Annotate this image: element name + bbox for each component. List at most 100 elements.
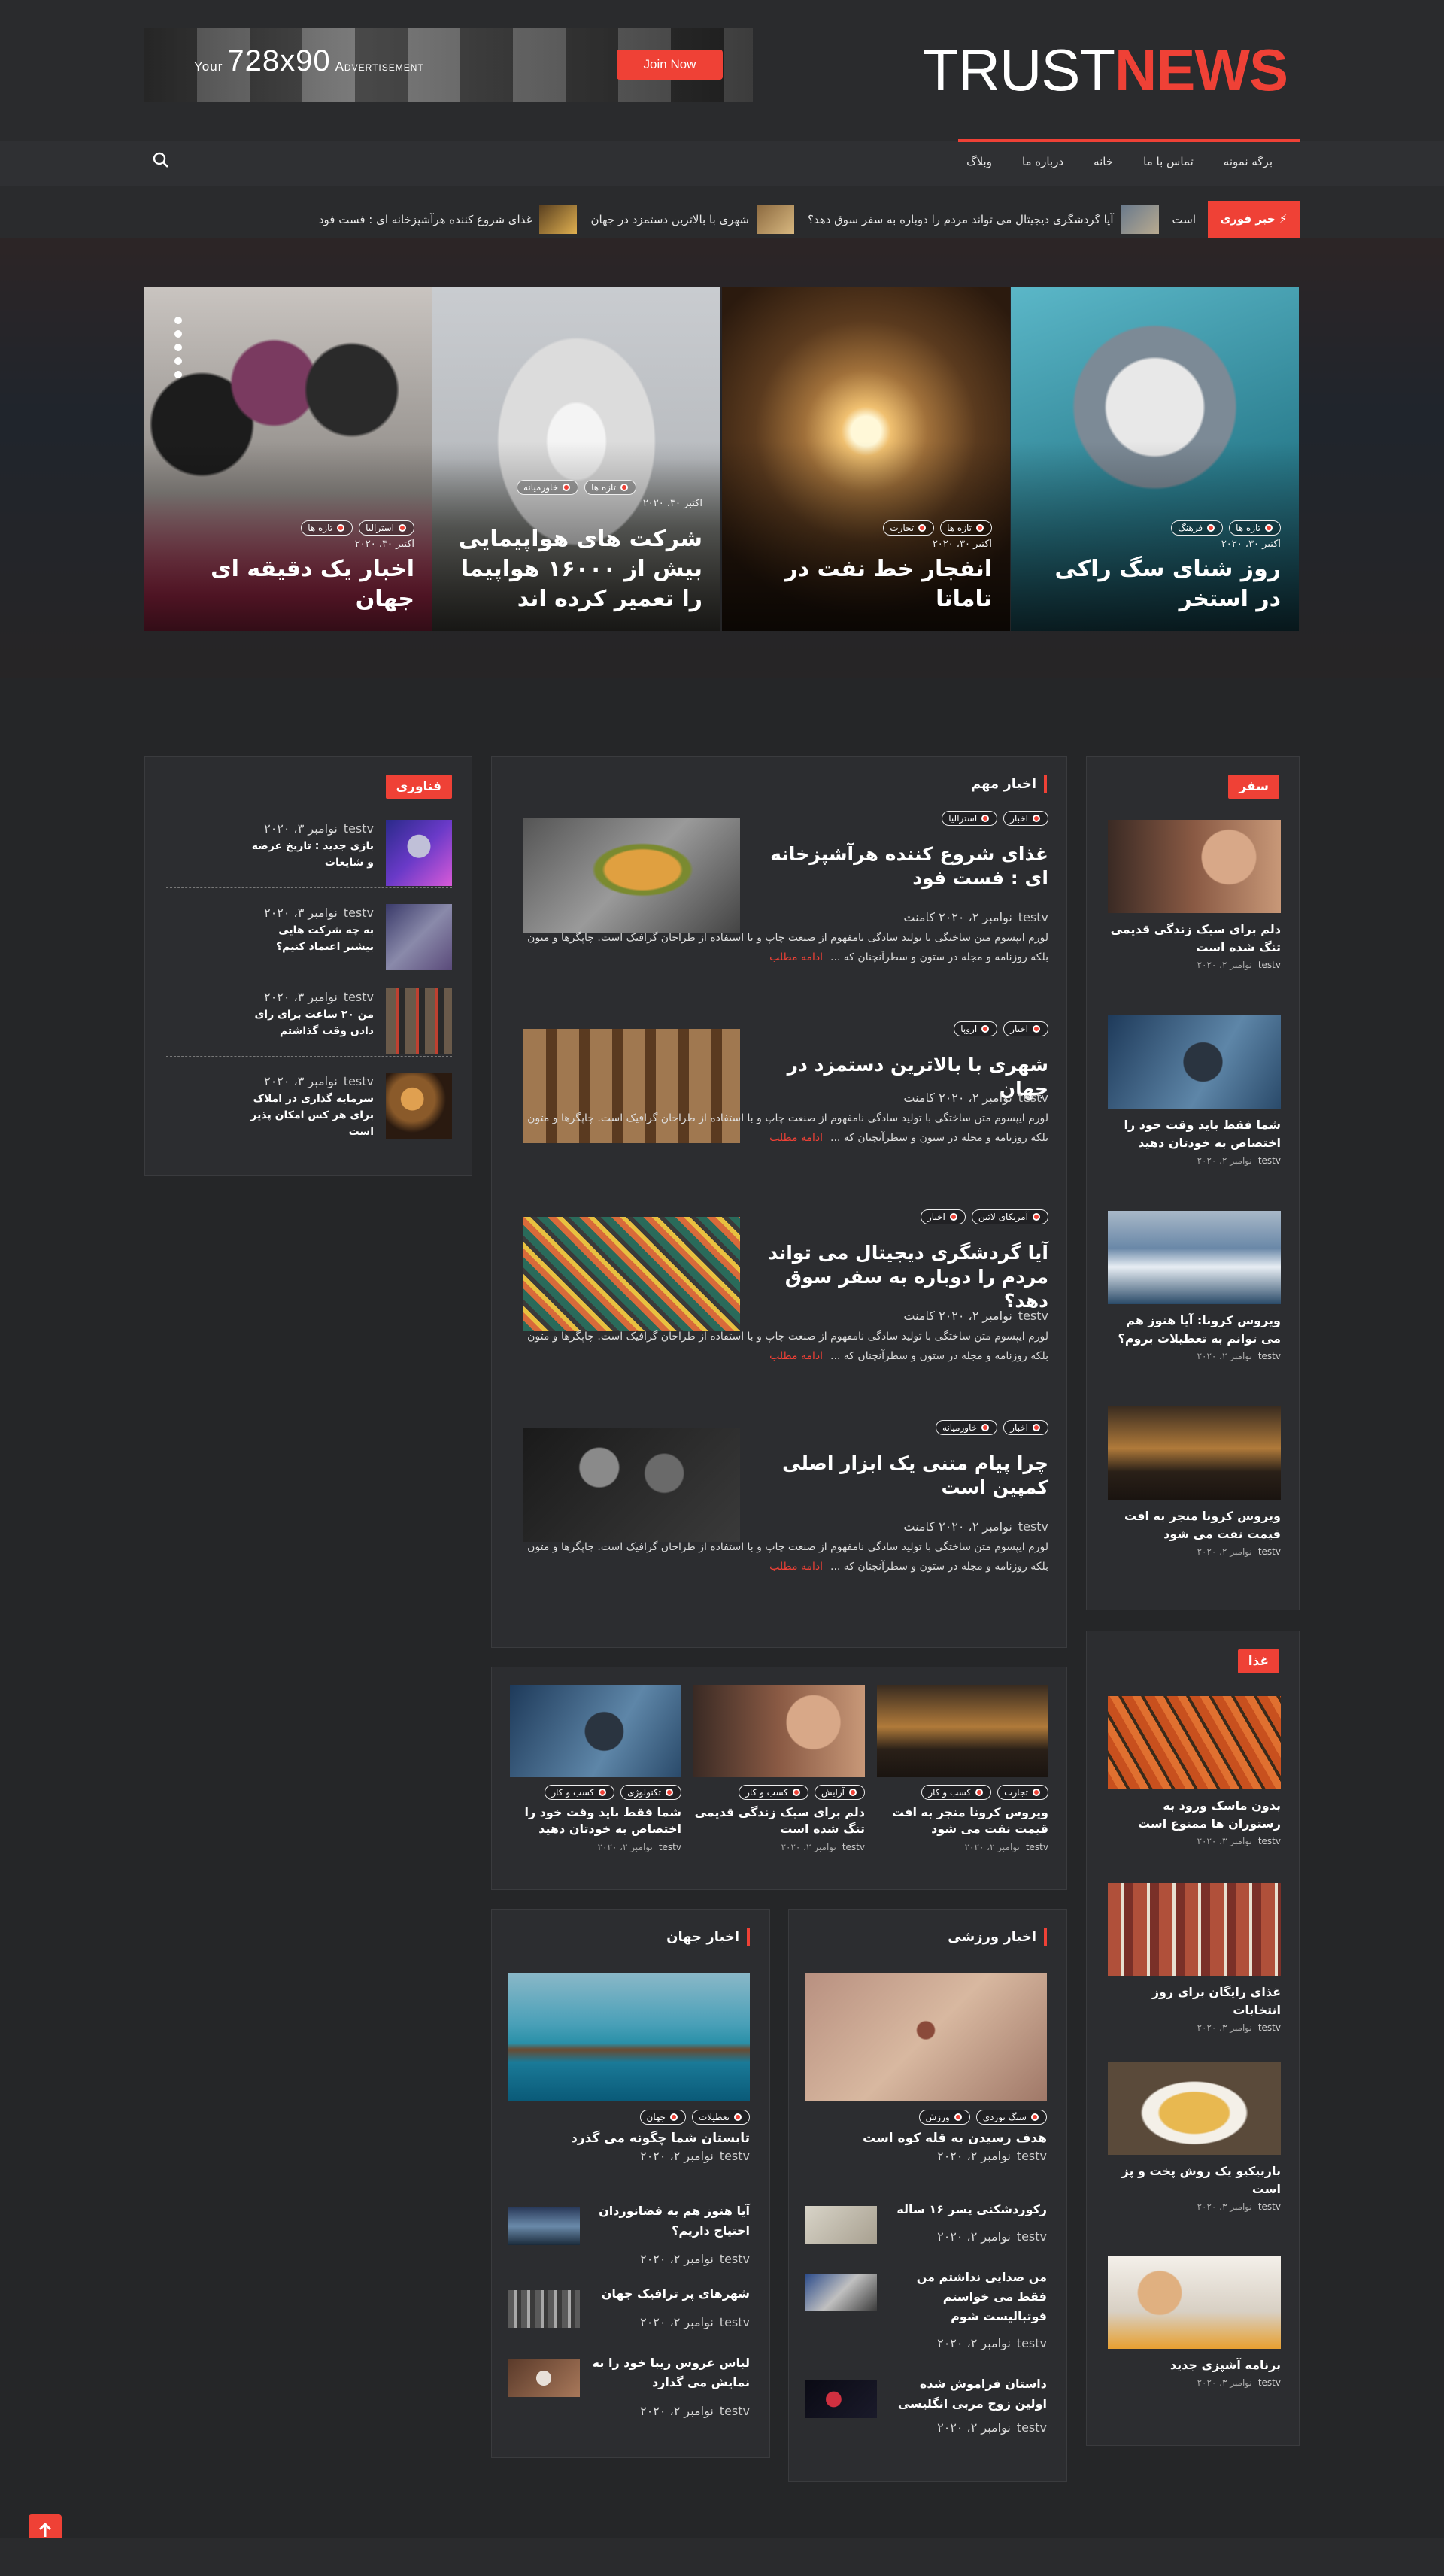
- nav-item-sample-page[interactable]: برگه نمونه: [1209, 141, 1288, 186]
- carousel-card[interactable]: تجارت کسب و کار ویروس کرونا منجر به افت …: [877, 1685, 1048, 1852]
- carousel-card[interactable]: تکنولوژی کسب و کار شما فقط باید وقت خود …: [510, 1685, 681, 1852]
- list-item[interactable]: testvنوامبر ۳، ۲۰۲۰ من ۲۰ ساعت برای رای …: [166, 988, 452, 1057]
- ticker-item[interactable]: است: [1172, 213, 1196, 226]
- article-title[interactable]: آیا گردشگری دیجیتال می تواند مردم را دوب…: [755, 1241, 1048, 1313]
- article-card[interactable]: اخبار استرالیا غذای شروع کننده هرآشپزخان…: [523, 811, 1048, 991]
- article-title[interactable]: ویروس کرونا منجر به افت قیمت نفت می شود: [877, 1804, 1048, 1837]
- article-card[interactable]: آمریکای لاتین اخبار آیا گردشگری دیجیتال …: [523, 1209, 1048, 1390]
- article-title[interactable]: غذای شروع کننده هرآشپزخانه ای : فست فود: [755, 842, 1048, 891]
- article-title[interactable]: دلم برای سبک زندگی قدیمی تنگ شده است: [1108, 921, 1281, 957]
- list-item[interactable]: شما فقط باید وقت خود را اختصاص به خودتان…: [1108, 1015, 1281, 1166]
- tag-chip[interactable]: تازه ها: [301, 520, 353, 536]
- tag-chip[interactable]: اخبار: [921, 1209, 966, 1224]
- hero-slide[interactable]: استرالیا تازه ها اکتبر ۳۰، ۲۰۲۰ اخبار یک…: [144, 287, 432, 631]
- hero-slide[interactable]: تازه ها خاورمیانه اکتبر ۳۰، ۲۰۲۰ شرکت ها…: [432, 287, 720, 631]
- tag-chip[interactable]: کسب و کار: [545, 1785, 615, 1800]
- hero-slide-title[interactable]: انفجار خط نفت در تاماتا: [740, 554, 992, 614]
- list-item[interactable]: testvنوامبر ۳، ۲۰۲۰ سرمایه گذاری در املا…: [166, 1073, 452, 1140]
- article-title[interactable]: ویروس کرونا منجر به افت قیمت نفت می شود: [1108, 1507, 1281, 1543]
- article-title[interactable]: ویروس کرونا: آیا هنوز هم می توانم به تعط…: [1108, 1312, 1281, 1348]
- list-item[interactable]: برنامه آشپزی جدید testvنوامبر ۳، ۲۰۲۰: [1108, 2256, 1281, 2388]
- article-title[interactable]: بدون ماسک ورود به رستوران ها ممنوع است: [1108, 1797, 1281, 1833]
- nav-item-about[interactable]: درباره ما: [1007, 141, 1078, 186]
- tag-chip[interactable]: خاورمیانه: [936, 1420, 998, 1435]
- article-title[interactable]: شما فقط باید وقت خود را اختصاص به خودتان…: [510, 1804, 681, 1837]
- list-item[interactable]: باربیکیو یک روش پخت و پز است testvنوامبر…: [1108, 2062, 1281, 2212]
- article-title[interactable]: به چه شرکت هایی بیشتر اعتماد کنیم؟: [246, 922, 374, 955]
- tag-chip[interactable]: تجارت: [997, 1785, 1048, 1800]
- read-more-link[interactable]: ادامه مطلب: [769, 1561, 823, 1573]
- nav-item-contact[interactable]: تماس با ما: [1128, 141, 1209, 186]
- tag-chip[interactable]: اخبار: [1003, 1420, 1048, 1435]
- list-item[interactable]: testvنوامبر ۳، ۲۰۲۰ به چه شرکت هایی بیشت…: [166, 904, 452, 972]
- article-title[interactable]: تابستان شما چگونه می گذرد: [508, 2131, 750, 2146]
- ticker-item[interactable]: شهری با بالاترین دستمزد در جهان: [590, 205, 794, 234]
- hero-slide[interactable]: تازه ها تجارت اکتبر ۳۰، ۲۰۲۰ انفجار خط ن…: [722, 287, 1010, 631]
- article-card[interactable]: اخبار اروپا شهری با بالاترین دستمزد در ج…: [523, 1021, 1048, 1202]
- tag-chip[interactable]: تعطیلات: [691, 2110, 750, 2125]
- list-item[interactable]: داستان فراموش شده اولین زوج مربی انگلیسی…: [805, 2374, 1047, 2435]
- tag-chip[interactable]: اخبار: [1003, 1021, 1048, 1036]
- nav-item-blog[interactable]: وبلاگ: [951, 141, 1007, 186]
- tag-chip[interactable]: آرایش: [814, 1785, 865, 1800]
- list-item[interactable]: شهرهای پر ترافیک جهان testvنوامبر ۲، ۲۰۲…: [508, 2284, 750, 2329]
- tag-chip[interactable]: استرالیا: [942, 811, 998, 826]
- tag-chip[interactable]: فرهنگ: [1171, 520, 1224, 536]
- article-title[interactable]: بازی جدید : تاریخ عرضه و شایعات: [246, 838, 374, 871]
- article-title[interactable]: شما فقط باید وقت خود را اختصاص به خودتان…: [1108, 1116, 1281, 1152]
- ad-join-button[interactable]: Join Now: [617, 50, 723, 80]
- article-card[interactable]: اخبار خاورمیانه چرا پیام متنی یک ابزار ا…: [523, 1420, 1048, 1601]
- article-title[interactable]: آیا هنوز هم به فضانوردان احتیاج داریم؟: [592, 2201, 750, 2241]
- list-item[interactable]: دلم برای سبک زندگی قدیمی تنگ شده است tes…: [1108, 820, 1281, 970]
- site-logo[interactable]: TRUSTNEWS: [923, 36, 1288, 104]
- ticker-item[interactable]: آیا گردشگری دیجیتال می تواند مردم را دوب…: [808, 205, 1159, 234]
- read-more-link[interactable]: ادامه مطلب: [769, 1132, 823, 1144]
- list-item[interactable]: رکوردشکنی پسر ۱۶ ساله testvنوامبر ۲، ۲۰۲…: [805, 2200, 1047, 2244]
- list-item[interactable]: من صدایی نداشتم من فقط می خواستم فوتبالی…: [805, 2268, 1047, 2350]
- tag-chip[interactable]: تازه ها: [584, 480, 637, 495]
- tag-chip[interactable]: تجارت: [883, 520, 935, 536]
- header-advertisement[interactable]: Your 728x90 Advertisement Join Now: [144, 28, 753, 102]
- list-item[interactable]: لباس عروس زیبا خود را به نمایش می گذارد …: [508, 2353, 750, 2418]
- slider-pagination-dots[interactable]: [174, 317, 182, 384]
- search-icon[interactable]: [150, 150, 171, 171]
- read-more-link[interactable]: ادامه مطلب: [769, 1350, 823, 1362]
- tag-chip[interactable]: تازه ها: [940, 520, 992, 536]
- ticker-item[interactable]: غذای شروع کننده هرآشپزخانه ای : فست فود: [319, 205, 578, 234]
- article-title[interactable]: دلم برای سبک زندگی قدیمی تنگ شده است: [693, 1804, 865, 1837]
- article-title[interactable]: چرا پیام متنی یک ابزار اصلی کمپین است: [755, 1452, 1048, 1500]
- article-title[interactable]: رکوردشکنی پسر ۱۶ ساله: [889, 2200, 1047, 2219]
- tag-chip[interactable]: خاورمیانه: [516, 480, 579, 495]
- hero-slide-title[interactable]: شرکت های هواپیمایی بیش از ۱۶۰۰۰ هواپیما …: [450, 524, 702, 614]
- list-item[interactable]: آیا هنوز هم به فضانوردان احتیاج داریم؟ t…: [508, 2201, 750, 2266]
- article-title[interactable]: لباس عروس زیبا خود را به نمایش می گذارد: [592, 2353, 750, 2392]
- tag-chip[interactable]: تازه ها: [1229, 520, 1281, 536]
- hero-slide[interactable]: تازه ها فرهنگ اکتبر ۳۰، ۲۰۲۰ روز شنای سگ…: [1011, 287, 1299, 631]
- tag-chip[interactable]: ورزش: [918, 2110, 970, 2125]
- tag-chip[interactable]: اخبار: [1003, 811, 1048, 826]
- hero-slide-title[interactable]: روز شنای سگ راکی در استخر: [1029, 554, 1281, 614]
- article-title[interactable]: هدف رسیدن به قله کوه است: [805, 2131, 1047, 2146]
- tag-chip[interactable]: سنگ نوردی: [975, 2110, 1047, 2125]
- tag-chip[interactable]: اروپا: [954, 1021, 998, 1036]
- article-title[interactable]: من ۲۰ ساعت برای رای دادن وقت گذاشتم: [246, 1006, 374, 1039]
- carousel-card[interactable]: آرایش کسب و کار دلم برای سبک زندگی قدیمی…: [693, 1685, 865, 1852]
- tag-chip[interactable]: آمریکای لاتین: [971, 1209, 1048, 1224]
- article-title[interactable]: سرمایه گذاری در املاک برای هر کس امکان پ…: [246, 1091, 374, 1140]
- tag-chip[interactable]: تکنولوژی: [620, 1785, 681, 1800]
- list-item[interactable]: بدون ماسک ورود به رستوران ها ممنوع است t…: [1108, 1696, 1281, 1846]
- tag-chip[interactable]: کسب و کار: [921, 1785, 992, 1800]
- list-item[interactable]: ویروس کرونا: آیا هنوز هم می توانم به تعط…: [1108, 1211, 1281, 1361]
- read-more-link[interactable]: ادامه مطلب: [769, 951, 823, 963]
- hero-slide-title[interactable]: اخبار یک دقیقه ای جهان: [162, 554, 414, 614]
- nav-item-home[interactable]: خانه: [1078, 141, 1128, 186]
- article-title[interactable]: شهرهای پر ترافیک جهان: [592, 2284, 750, 2304]
- article-title[interactable]: باربیکیو یک روش پخت و پز است: [1108, 2162, 1282, 2198]
- list-item[interactable]: غذای رایگان برای روز انتخابات testvنوامب…: [1108, 1883, 1281, 2033]
- list-item[interactable]: ویروس کرونا منجر به افت قیمت نفت می شود …: [1108, 1406, 1281, 1557]
- featured-article[interactable]: سنگ نوردی ورزش هدف رسیدن به قله کوه است …: [805, 1973, 1047, 2163]
- tag-chip[interactable]: استرالیا: [359, 520, 414, 536]
- tag-chip[interactable]: جهان: [639, 2110, 686, 2125]
- featured-article[interactable]: تعطیلات جهان تابستان شما چگونه می گذرد t…: [508, 1973, 750, 2163]
- article-title[interactable]: برنامه آشپزی جدید: [1108, 2356, 1281, 2374]
